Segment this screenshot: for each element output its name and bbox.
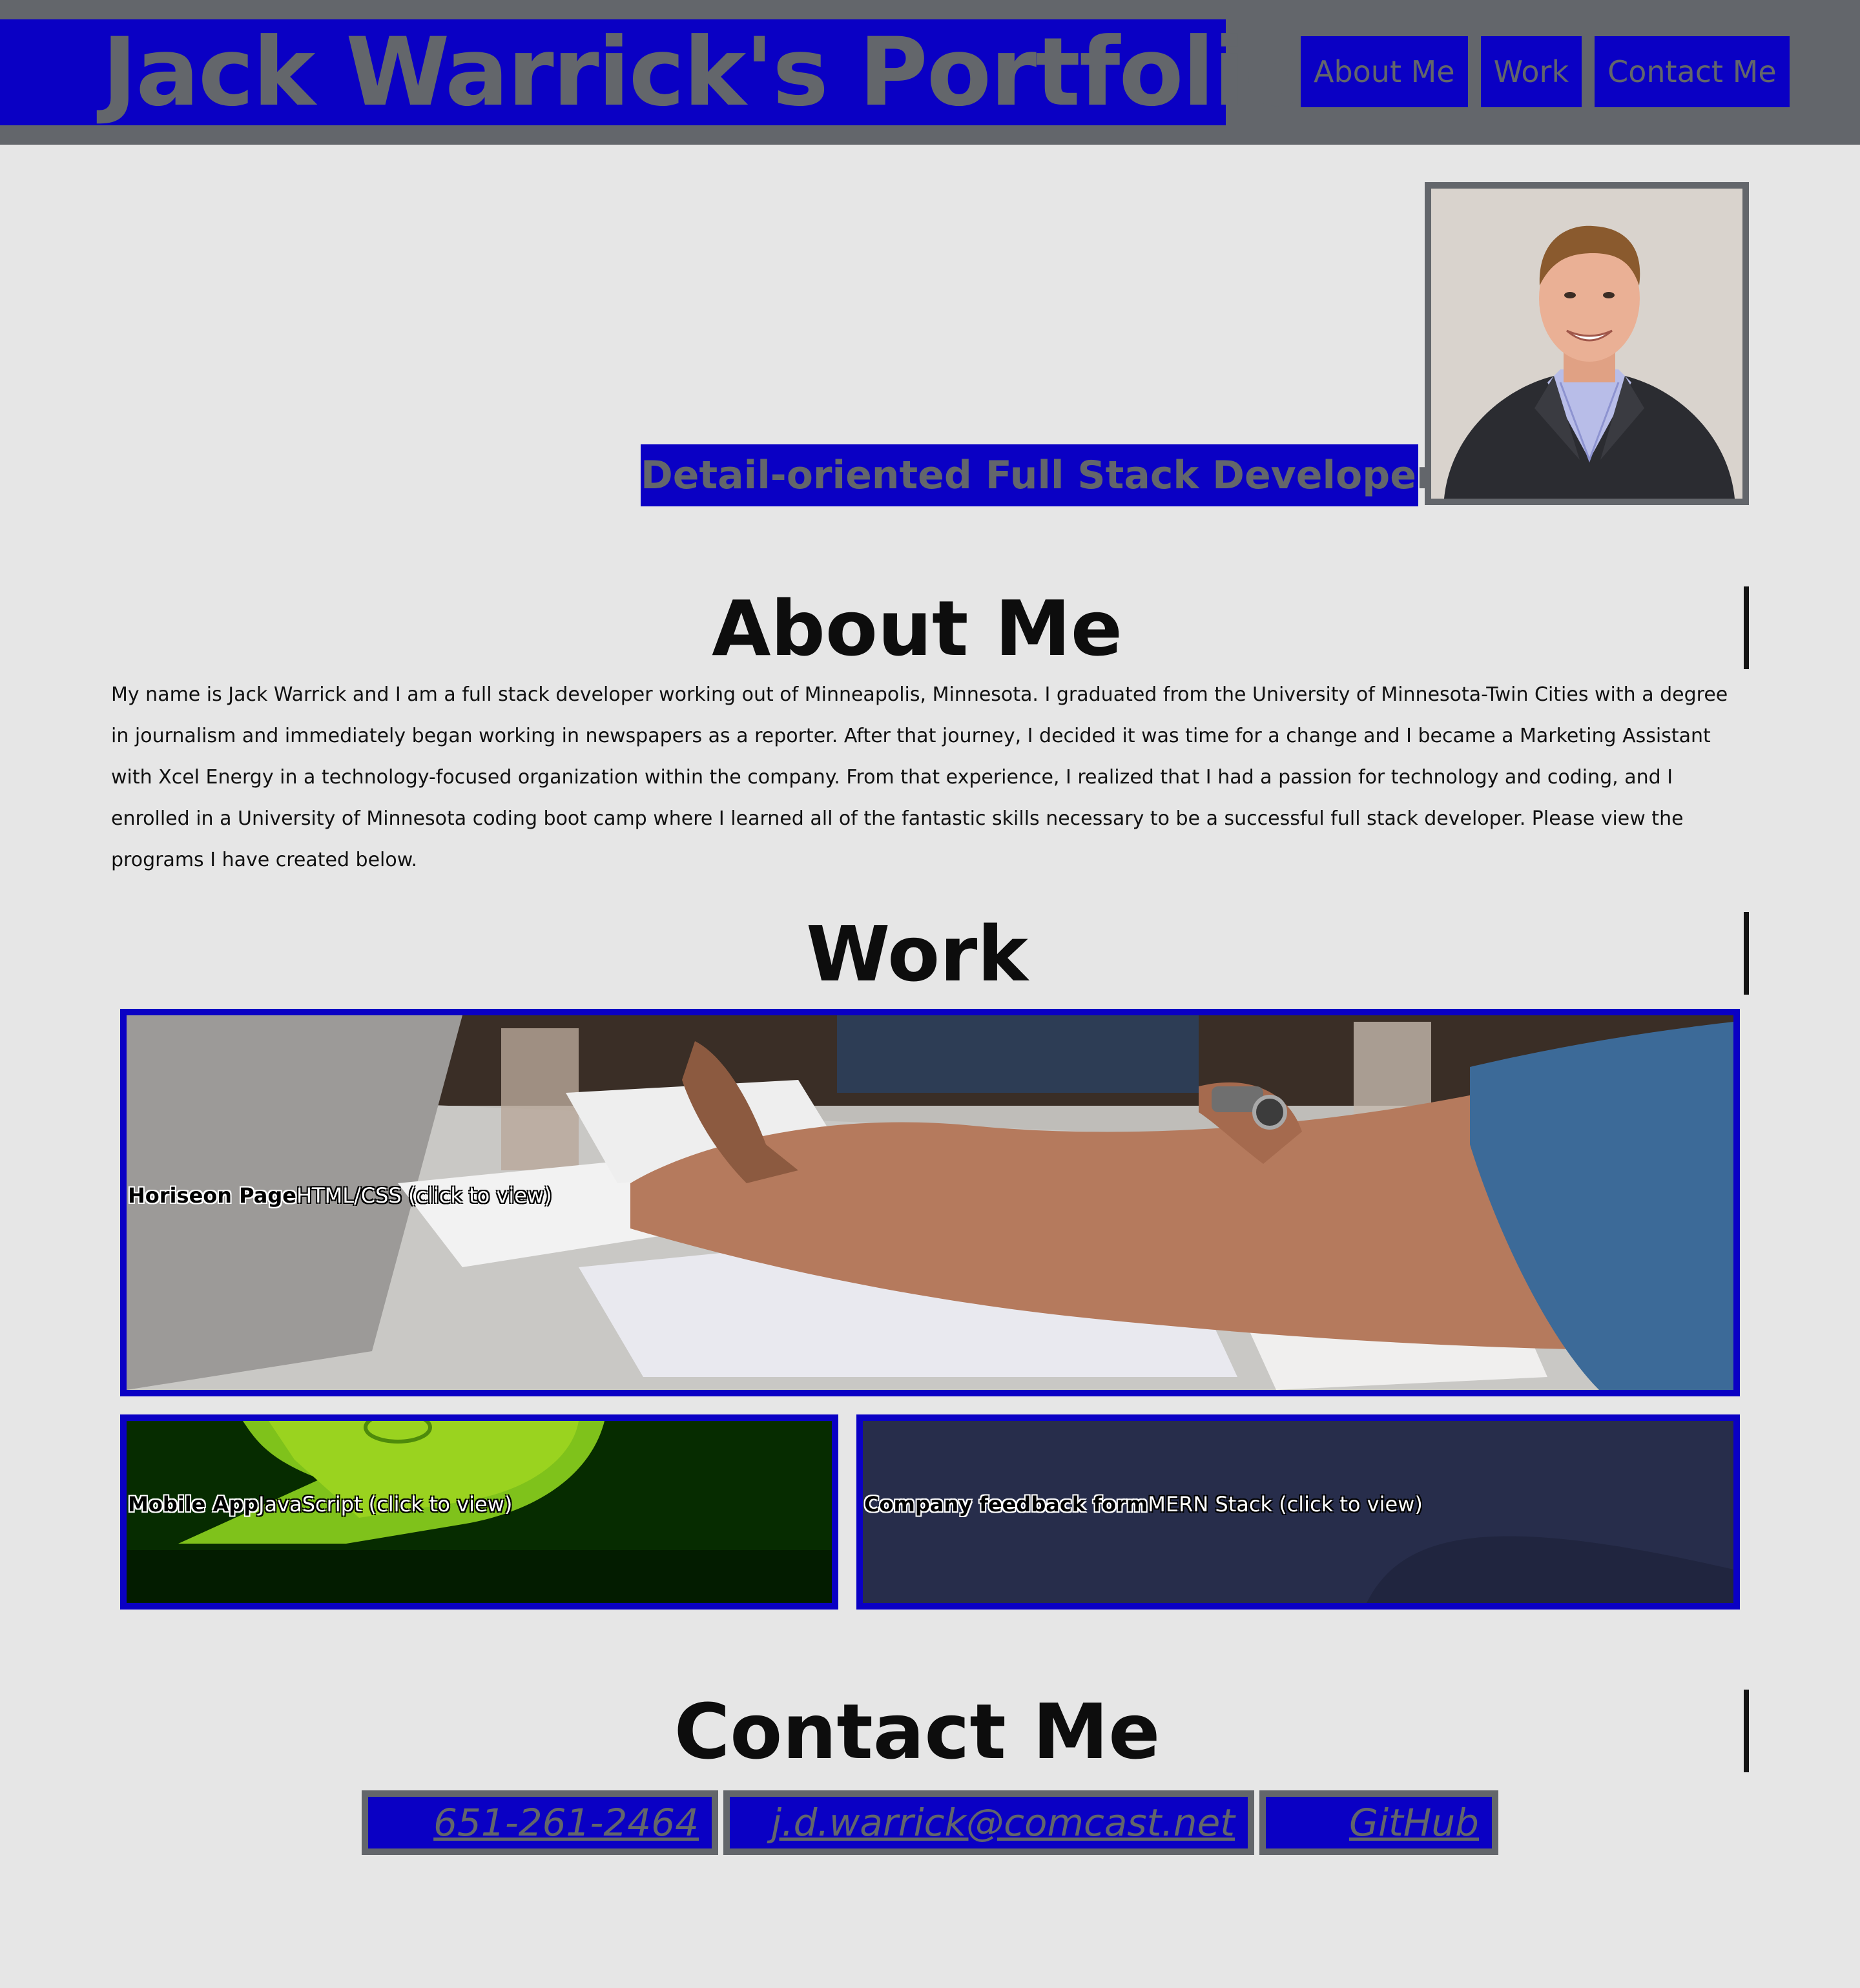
work-heading: Work — [806, 909, 1028, 999]
project-label-horiseon[interactable]: Horiseon PageHTML/CSS (click to view) — [128, 1183, 552, 1208]
project-label-mobile-app[interactable]: Mobile AppJavaScript (click to view) — [128, 1492, 512, 1517]
project-tech: JavaScript (click to view) — [258, 1492, 513, 1517]
project-tile-mobile-app[interactable]: Mobile AppJavaScript (click to view) — [120, 1414, 838, 1610]
about-text: My name is Jack Warrick and I am a full … — [111, 683, 1728, 871]
project-name: Mobile App — [128, 1492, 259, 1517]
contact-github-link[interactable]: GitHub — [1259, 1790, 1498, 1855]
project-name: Company feedback form — [864, 1492, 1148, 1517]
section-divider — [1744, 912, 1749, 995]
project-name: Horiseon Page — [128, 1183, 296, 1208]
nav-about-me[interactable]: About Me — [1301, 36, 1468, 107]
contact-phone-link[interactable]: 651-261-2464 — [362, 1790, 718, 1855]
project-tech: HTML/CSS (click to view) — [296, 1183, 552, 1208]
contact-heading: Contact Me — [674, 1687, 1161, 1776]
site-header: Jack Warrick's Portfolio About Me Work C… — [0, 0, 1860, 145]
about-heading: About Me — [712, 584, 1122, 673]
contact-email-link[interactable]: j.d.warrick@comcast.net — [723, 1790, 1254, 1855]
project-label-feedback-form[interactable]: Company feedback formMERN Stack (click t… — [864, 1492, 1423, 1517]
project-tile-feedback-form[interactable]: Company feedback formMERN Stack (click t… — [856, 1414, 1740, 1610]
nav-work[interactable]: Work — [1480, 36, 1582, 107]
hero-tagline: Detail-oriented Full Stack Developer — [641, 444, 1436, 506]
profile-photo — [1425, 182, 1749, 505]
nav-contact-me[interactable]: Contact Me — [1595, 36, 1790, 107]
project-tile-horiseon[interactable]: Horiseon PageHTML/CSS (click to view) — [120, 1009, 1740, 1396]
section-divider — [1744, 1690, 1749, 1772]
main-nav: About Me Work Contact Me — [1301, 36, 1790, 107]
section-divider — [1744, 586, 1749, 669]
site-title: Jack Warrick's Portfolio — [0, 19, 1309, 125]
project-tech: MERN Stack (click to view) — [1148, 1492, 1423, 1517]
